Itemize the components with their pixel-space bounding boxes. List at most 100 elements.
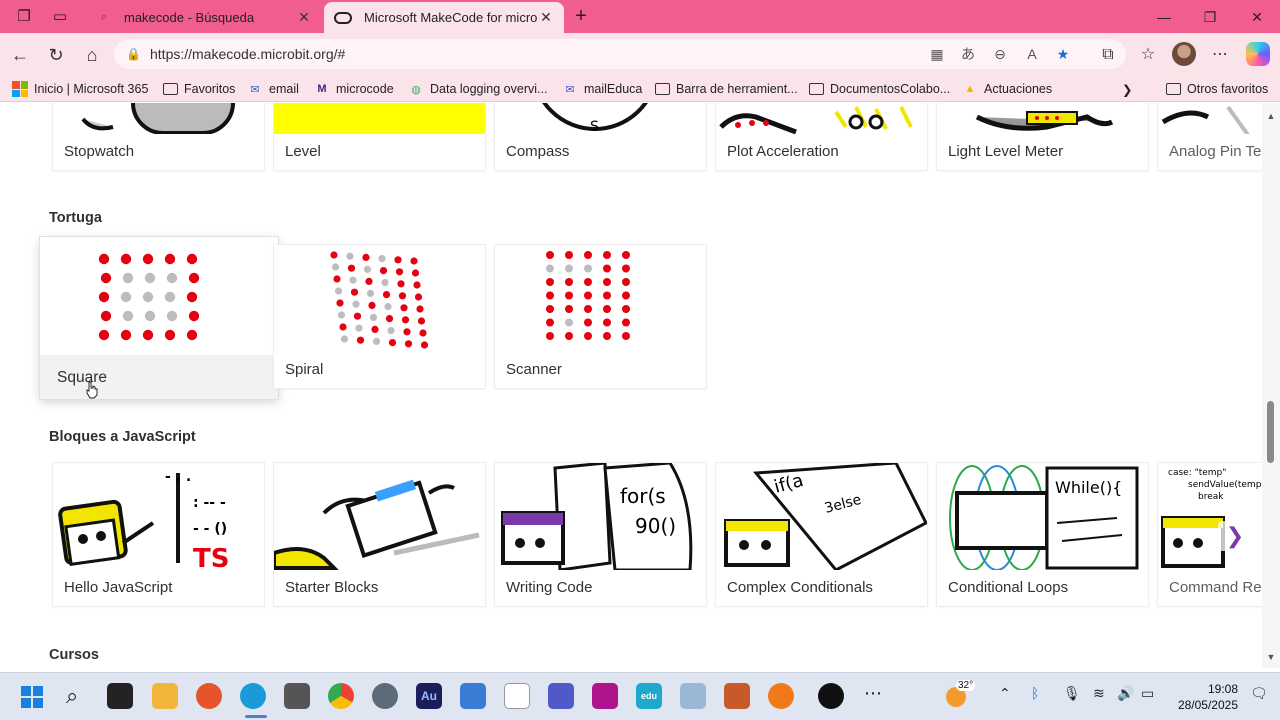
back-button[interactable]: ← (8, 43, 32, 67)
wifi-icon[interactable]: ≋ (1093, 685, 1105, 702)
gimp-icon[interactable] (284, 683, 310, 709)
project-card-conditional-loops[interactable]: While(){ Conditional Loops (937, 463, 1148, 606)
weather-temperature: 32° (956, 680, 976, 691)
project-card-spiral[interactable]: Spiral (274, 245, 485, 388)
led-dot (584, 264, 592, 273)
project-card-analog-pin[interactable]: Analog Pin Te (1158, 103, 1262, 170)
firefox-icon[interactable] (196, 683, 222, 709)
workspaces-icon[interactable]: ❐ (14, 7, 34, 27)
favorite-item-maileduca[interactable]: ✉ mailEduca (562, 79, 642, 99)
power-automate-icon[interactable] (460, 683, 486, 709)
led-dot (584, 291, 592, 300)
project-card-light-level-meter[interactable]: Light Level Meter (937, 103, 1148, 170)
restore-icon[interactable]: ❐ (1199, 6, 1221, 28)
show-hidden-icons-icon[interactable]: ⌃ (999, 685, 1011, 702)
project-card-complex-conditionals[interactable]: if(a 3else Complex Conditionals (716, 463, 927, 606)
project-card-level[interactable]: Level (274, 103, 485, 170)
new-tab-button[interactable]: + (570, 5, 592, 27)
notifications-icon[interactable]: 🗨 (1250, 685, 1268, 702)
carousel-next-chevron-icon[interactable]: ❯ (1218, 521, 1252, 551)
close-tab-icon[interactable]: ✕ (296, 9, 312, 26)
teams-icon[interactable] (548, 683, 574, 709)
minimize-icon[interactable]: — (1153, 6, 1175, 28)
favorite-item-favoritos[interactable]: Favoritos (162, 79, 235, 99)
search-icon[interactable]: ⌕ (66, 683, 78, 709)
favorite-item-data-logging[interactable]: ◍ Data logging overvi... (408, 79, 547, 99)
card-title: Level (285, 143, 321, 160)
favorite-item-documentos[interactable]: DocumentosColabo... (808, 79, 950, 99)
complex-conditionals-thumbnail: if(a 3else (716, 463, 927, 570)
profile-avatar[interactable] (1172, 42, 1196, 66)
scroll-up-arrow-icon[interactable]: ▲ (1262, 109, 1280, 123)
volume-icon[interactable]: 🔊 (1117, 685, 1134, 702)
settings-gear-icon[interactable] (372, 683, 398, 709)
close-tab-icon[interactable]: ✕ (538, 9, 554, 26)
more-apps-icon[interactable]: ⋯ (864, 683, 882, 704)
obs-app-icon[interactable] (818, 683, 844, 709)
favorite-item-barra[interactable]: Barra de herramient... (654, 79, 798, 99)
address-bar[interactable]: 🔒 https://makecode.microbit.org/# ▦ あ ⊖ … (114, 39, 1126, 69)
project-card-stopwatch[interactable]: Stopwatch (53, 103, 264, 170)
favorites-overflow-chevron-icon[interactable]: ❯ (1122, 79, 1132, 99)
bird-app-icon[interactable] (680, 683, 706, 709)
puzzle-app-icon[interactable] (592, 683, 618, 709)
copilot-icon[interactable] (1246, 42, 1270, 66)
site-info-icon[interactable]: 🔒 (126, 47, 141, 61)
close-window-icon[interactable]: ✕ (1246, 6, 1268, 28)
file-explorer-icon[interactable] (152, 683, 178, 709)
edge-icon[interactable] (240, 683, 266, 709)
notes-icon[interactable] (504, 683, 530, 709)
favorite-item-email[interactable]: ✉ email (247, 79, 298, 99)
led-dot (603, 291, 611, 300)
edu-app-icon[interactable]: edu (636, 683, 662, 709)
tab-actions-icon[interactable]: ▭ (50, 7, 70, 27)
scratch-app-icon[interactable] (768, 683, 794, 709)
bluetooth-icon[interactable]: ᛒ (1031, 685, 1039, 701)
makecode-gallery: Stopwatch Level S Compass Plot Accelerat… (0, 103, 1262, 668)
favorite-star-icon[interactable]: ★ (1052, 43, 1074, 65)
stopwatch-thumbnail (53, 103, 264, 134)
analog-pin-thumbnail (1158, 103, 1262, 134)
favorites-icon[interactable]: ☆ (1136, 43, 1160, 67)
translate-icon[interactable]: あ (957, 43, 979, 65)
scroll-down-arrow-icon[interactable]: ▼ (1262, 650, 1280, 664)
favorite-item-microsoft365[interactable]: Inicio | Microsoft 365 (12, 79, 148, 99)
task-view-icon[interactable] (107, 683, 133, 709)
favorite-item-actuaciones[interactable]: ▲ Actuaciones (962, 79, 1053, 99)
square-thumbnail (40, 237, 278, 355)
battery-icon[interactable]: ▭ (1141, 685, 1154, 702)
page-scrollbar[interactable]: ▲ ▼ (1262, 103, 1280, 668)
tab-makecode-microbit[interactable]: Microsoft MakeCode for micro:bit ✕ (324, 2, 564, 33)
project-card-hello-javascript[interactable]: - . . : -- - - - () TS Hello JavaScript (53, 463, 264, 606)
tab-makecode-search[interactable]: ⌕ makecode - Búsqueda ✕ (86, 2, 322, 33)
windows-start-icon[interactable] (21, 686, 43, 708)
more-menu-icon[interactable]: ⋯ (1208, 43, 1232, 67)
scrollbar-thumb[interactable] (1267, 401, 1274, 463)
toolbox-app-icon[interactable] (724, 683, 750, 709)
mail-icon: ✉ (565, 83, 575, 96)
read-aloud-icon[interactable]: A (1021, 43, 1043, 65)
home-button[interactable]: ⌂ (80, 43, 104, 67)
favorite-item-microcode[interactable]: M microcode (314, 79, 393, 99)
led-dot (546, 318, 554, 327)
refresh-button[interactable]: ↻ (44, 43, 68, 67)
project-card-square[interactable]: Square (40, 237, 278, 399)
project-card-writing-code[interactable]: for(s 90() Writing Code (495, 463, 706, 606)
system-clock[interactable]: 19:08 28/05/2025 (1174, 681, 1238, 713)
project-card-starter-blocks[interactable]: Starter Blocks (274, 463, 485, 606)
led-dot (622, 278, 630, 286)
app-available-icon[interactable]: ▦ (926, 43, 948, 65)
led-dot (414, 293, 423, 301)
project-card-scanner[interactable]: Scanner (495, 245, 706, 388)
extensions-icon[interactable]: ⧉ (1096, 43, 1120, 67)
led-dot (411, 269, 420, 277)
audition-icon[interactable]: Au (416, 683, 442, 709)
favorite-item-otros[interactable]: Otros favoritos (1165, 79, 1268, 99)
microphone-icon[interactable]: 🎙 (1063, 685, 1081, 702)
project-card-compass[interactable]: S Compass (495, 103, 706, 170)
folder-icon (1165, 82, 1181, 96)
led-dot (397, 280, 405, 288)
zoom-icon[interactable]: ⊖ (989, 43, 1011, 65)
project-card-plot-acceleration[interactable]: Plot Acceleration (716, 103, 927, 170)
chrome-icon[interactable] (328, 683, 354, 709)
